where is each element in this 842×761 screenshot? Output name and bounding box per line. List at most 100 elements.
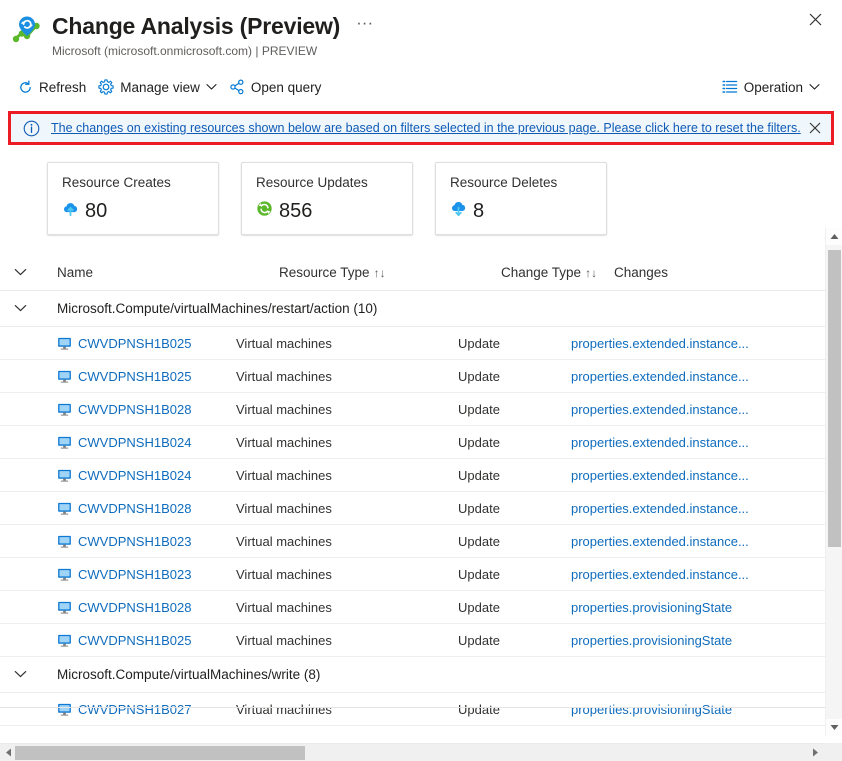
group-label: Microsoft.Compute/virtualMachines/restar… [57,301,378,316]
sync-circle-icon [256,200,273,222]
column-header-name[interactable]: Name [57,265,279,280]
expand-all-toggle[interactable] [14,268,57,277]
refresh-button[interactable]: Refresh [14,76,94,99]
card-value-row: 8 [450,199,592,223]
column-header-changes[interactable]: Changes [614,265,810,280]
manage-view-button[interactable]: Manage view [94,75,225,99]
scroll-left-arrow-icon[interactable] [0,748,16,757]
changes-link[interactable]: properties.extended.instance... [571,501,842,516]
resource-name-link[interactable]: CWVDPNSH1B025 [14,336,236,351]
changes-link[interactable]: properties.extended.instance... [571,435,842,450]
table-row[interactable]: CWVDPNSH1B028 Virtual machines Update prope… [0,492,842,525]
resource-creates-card[interactable]: Resource Creates 80 [47,162,219,235]
change-type-cell: Update [458,533,500,549]
notification-banner-wrapper: The changes on existing resources shown … [0,103,842,145]
changes-link[interactable]: properties.extended.instance... [571,369,842,384]
resource-name-link[interactable]: CWVDPNSH1B023 [14,567,236,582]
virtual-machine-icon [57,702,72,717]
resource-type-cell: Virtual machines [236,599,332,615]
resource-name-link[interactable]: CWVDPNSH1B027 [14,702,236,717]
virtual-machine-icon [57,501,72,516]
table-row[interactable]: CWVDPNSH1B025 Virtual machines Update prope… [0,360,842,393]
vertical-scrollbar[interactable] [825,228,842,736]
virtual-machine-icon [57,435,72,450]
changes-link[interactable]: properties.extended.instance... [571,402,842,417]
changes-link[interactable]: properties.extended.instance... [571,468,842,483]
card-title: Resource Updates [256,175,368,190]
group-by-operation-button[interactable]: Operation [718,75,828,99]
summary-cards: Resource Creates 80 Resource Updates 856… [0,145,842,235]
table-row[interactable]: CWVDPNSH1B027 Virtual machines Update prope… [0,693,842,726]
resource-type-cell: Virtual machines [236,566,332,582]
column-header-change-type[interactable]: Change Type ↑↓ [501,265,614,280]
cloud-download-icon [450,200,467,222]
resource-type-cell: Virtual machines [236,368,332,384]
resource-name-link[interactable]: CWVDPNSH1B025 [14,369,236,384]
card-value: 856 [279,200,313,222]
column-header-resource-type[interactable]: Resource Type ↑↓ [279,265,501,280]
resource-name-link[interactable]: CWVDPNSH1B028 [14,501,236,516]
table-row[interactable]: CWVDPNSH1B025 Virtual machines Update prope… [0,624,842,657]
group-expand-toggle[interactable] [14,670,57,679]
resource-name-link[interactable]: CWVDPNSH1B024 [14,435,236,450]
blade-header: Change Analysis (Preview) ··· Microsoft … [0,0,842,59]
table-row[interactable]: CWVDPNSH1B024 Virtual machines Update prope… [0,426,842,459]
table-row[interactable]: CWVDPNSH1B023 Virtual machines Update prope… [0,558,842,591]
change-type-cell: Update [458,401,500,417]
scroll-right-arrow-icon[interactable] [807,748,823,757]
table-row[interactable]: CWVDPNSH1B028 Virtual machines Update prope… [0,393,842,426]
resource-name-link[interactable]: CWVDPNSH1B028 [14,600,236,615]
more-options-button[interactable]: ··· [350,14,379,38]
scroll-down-arrow-icon[interactable] [826,719,842,736]
info-icon [23,120,41,137]
card-title: Resource Creates [62,175,171,190]
group-by-control[interactable]: Operation [718,75,828,99]
close-blade-button[interactable] [802,6,828,32]
dismiss-banner-button[interactable] [801,122,821,134]
resource-name-label: CWVDPNSH1B023 [78,566,192,582]
card-value-row: 80 [62,199,204,223]
changes-link[interactable]: properties.extended.instance... [571,534,842,549]
resource-name-label: CWVDPNSH1B025 [78,335,192,351]
resource-type-cell: Virtual machines [236,467,332,483]
table-row[interactable]: CWVDPNSH1B025 Virtual machines Update prope… [0,327,842,360]
refresh-icon [18,80,33,95]
cloud-upload-icon [62,200,79,222]
reset-filters-link[interactable]: The changes on existing resources shown … [51,120,801,136]
horizontal-scrollbar[interactable] [0,743,825,761]
table-row[interactable]: CWVDPNSH1B023 Virtual machines Update prope… [0,525,842,558]
resource-name-link[interactable]: CWVDPNSH1B028 [14,402,236,417]
resource-name-link[interactable]: CWVDPNSH1B024 [14,468,236,483]
table-row[interactable]: CWVDPNSH1B024 Virtual machines Update prope… [0,459,842,492]
vertical-scrollbar-thumb[interactable] [828,250,841,547]
title-row: Change Analysis (Preview) ··· Microsoft … [0,8,842,59]
resource-deletes-card[interactable]: Resource Deletes 8 [435,162,607,235]
changes-link[interactable]: properties.provisioningState [571,600,842,615]
changes-link[interactable]: properties.extended.instance... [571,567,842,582]
gear-icon [98,79,114,95]
scroll-up-arrow-icon[interactable] [826,228,842,245]
table-group-header[interactable]: Microsoft.Compute/virtualMachines/write … [0,657,842,693]
horizontal-scrollbar-thumb[interactable] [15,745,305,760]
changes-link[interactable]: properties.extended.instance... [571,336,842,351]
group-by-label: Operation [743,79,803,95]
change-type-cell: Update [458,368,500,384]
share-query-icon [229,79,245,95]
resource-name-label: CWVDPNSH1B025 [78,368,192,384]
column-header-resource-type-label: Resource Type [279,265,370,280]
table-row[interactable]: CWVDPNSH1B028 Virtual machines Update prope… [0,591,842,624]
open-query-button[interactable]: Open query [225,75,330,99]
group-expand-toggle[interactable] [14,304,57,313]
table-group-header[interactable]: Microsoft.Compute/virtualMachines/restar… [0,291,842,327]
resource-name-label: CWVDPNSH1B024 [78,434,192,450]
resource-name-link[interactable]: CWVDPNSH1B025 [14,633,236,648]
virtual-machine-icon [57,567,72,582]
page-title: Change Analysis (Preview) [52,13,341,39]
resource-name-label: CWVDPNSH1B025 [78,632,192,648]
change-analysis-icon [12,14,44,46]
resource-updates-card[interactable]: Resource Updates 856 [241,162,413,235]
resource-name-link[interactable]: CWVDPNSH1B023 [14,534,236,549]
changes-link[interactable]: properties.provisioningState [571,633,842,648]
change-type-cell: Update [458,566,500,582]
changes-link[interactable]: properties.provisioningState [571,702,842,717]
